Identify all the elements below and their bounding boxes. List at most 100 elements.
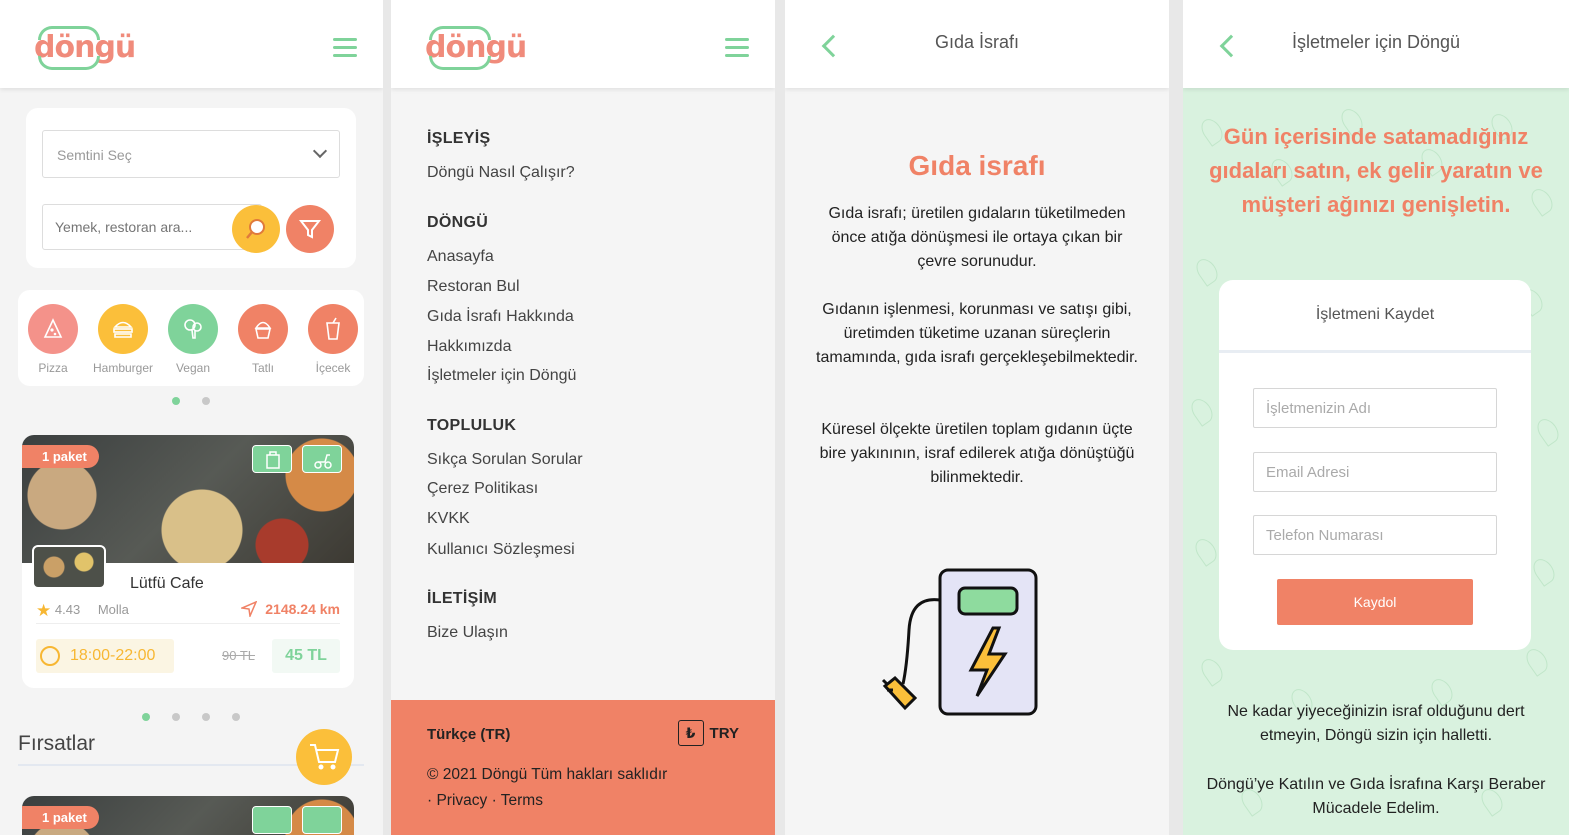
business-screen: İşletmeler için Döngü Gün içerisinde sat… — [1183, 0, 1569, 835]
language-selector[interactable]: Türkçe (TR) — [427, 726, 510, 743]
menu-item-how-it-works[interactable]: Döngü Nasıl Çalışır? — [427, 164, 575, 182]
top-bar: döngü — [391, 0, 775, 88]
pagination-dot[interactable] — [172, 397, 180, 405]
filter-icon — [298, 220, 322, 239]
star-icon: ★ — [36, 601, 52, 620]
category-label: Tatlı — [251, 361, 274, 375]
menu-item-kvkk[interactable]: KVKK — [427, 510, 470, 528]
takeaway-bag-icon — [252, 445, 292, 473]
menu-section-title: DÖNGÜ — [427, 214, 489, 231]
chevron-down-icon — [312, 143, 328, 159]
restaurant-card[interactable]: 1 paket — [22, 796, 354, 835]
copyright: © 2021 Döngü Tüm hakları saklıdır — [427, 766, 668, 783]
dongu-logo[interactable]: döngü — [34, 26, 136, 70]
pagination-dot[interactable] — [172, 713, 180, 721]
category-label: Hamburger — [93, 361, 154, 375]
navigation-arrow-icon — [239, 600, 258, 619]
pickup-hours-value: 18:00-22:00 — [70, 647, 156, 664]
menu-icon[interactable] — [333, 38, 357, 58]
drink-icon — [308, 304, 358, 354]
page-title: Gıda İsrafı — [934, 32, 1020, 52]
lira-icon: ₺ — [677, 720, 704, 746]
search-input[interactable] — [42, 204, 262, 250]
menu-section-title: İLETİŞİM — [427, 590, 497, 607]
hamburger-icon — [98, 304, 148, 354]
pagination-dot[interactable] — [202, 397, 210, 405]
footer-links[interactable]: · Privacy · Terms — [427, 792, 543, 810]
pagination-dot[interactable] — [142, 713, 150, 721]
article-title: Gıda israfı — [908, 150, 1046, 181]
menu-item-find-restaurant[interactable]: Restoran Bul — [427, 278, 520, 296]
category-hamburger[interactable]: Hamburger — [93, 304, 153, 375]
phone-field[interactable] — [1253, 515, 1497, 555]
dongu-logo[interactable]: döngü — [425, 26, 527, 70]
paragraph: Küresel ölçekte üretilen toplam gıdanın … — [819, 421, 1135, 486]
distance-value: 2148.24 km — [265, 601, 340, 617]
district-name: Molla — [97, 602, 129, 617]
category-vegan[interactable]: Vegan — [163, 304, 223, 375]
delivery-scooter-icon — [302, 445, 342, 473]
old-price: 90 TL — [222, 648, 256, 663]
category-dessert[interactable]: Tatlı — [233, 304, 293, 375]
food-waste-screen: Gıda İsrafı Gıda israfı Gıda israfı; üre… — [785, 0, 1169, 835]
rating-row: ★ 4.43 Molla — [36, 601, 129, 621]
business-name-field[interactable] — [1253, 388, 1497, 428]
filter-button[interactable] — [286, 205, 334, 253]
pizza-icon — [28, 304, 78, 354]
top-bar: döngü — [0, 0, 383, 88]
restaurant-name: Lütfü Cafe — [130, 575, 204, 592]
category-drink[interactable]: İçecek — [303, 304, 363, 375]
search-button[interactable] — [232, 205, 280, 253]
register-form: İşletmeni Kaydet Kaydol — [1219, 280, 1531, 650]
pagination-dot[interactable] — [202, 713, 210, 721]
headline: Gün içerisinde satamadığınız gıdaları sa… — [1209, 124, 1543, 217]
menu-section-title: TOPLULUK — [427, 417, 517, 434]
pickup-hours: 18:00-22:00 — [36, 639, 174, 673]
menu-item-contact[interactable]: Bize Ulaşın — [427, 624, 508, 642]
district-select[interactable]: Semtini Seç — [42, 130, 340, 178]
menu-section-title: İŞLEYİŞ — [427, 130, 491, 147]
section-title: Fırsatlar — [18, 732, 96, 755]
cart-button[interactable] — [296, 729, 352, 785]
register-button[interactable]: Kaydol — [1277, 579, 1473, 625]
package-badge: 1 paket — [22, 806, 99, 829]
divider — [36, 623, 340, 624]
takeaway-bag-icon — [252, 806, 292, 834]
category-label: Vegan — [175, 361, 211, 375]
category-label: İçecek — [315, 361, 351, 375]
menu-list: İŞLEYİŞ Döngü Nasıl Çalışır? DÖNGÜ Anasa… — [391, 88, 775, 700]
pagination-dot[interactable] — [232, 713, 240, 721]
menu-item-about[interactable]: Hakkımızda — [427, 338, 511, 356]
paragraph: Gıdanın işlenmesi, korunması ve satışı g… — [816, 301, 1138, 366]
menu-item-food-waste[interactable]: Gıda İsrafı Hakkında — [427, 308, 574, 326]
category-label: Pizza — [38, 361, 68, 375]
cart-icon — [310, 744, 340, 770]
package-badge: 1 paket — [22, 445, 99, 468]
currency-selector[interactable]: ₺ TRY — [677, 720, 739, 746]
home-screen: döngü Semtini Seç Pizza — [0, 0, 383, 835]
menu-item-user-agreement[interactable]: Kullanıcı Sözleşmesi — [427, 541, 575, 559]
menu-item-home[interactable]: Anasayfa — [427, 248, 494, 266]
paragraph: Döngü’ye Katılın ve Gıda İsrafına Karşı … — [1206, 776, 1546, 817]
page-title: İşletmeler için Döngü — [1291, 32, 1461, 52]
search-card: Semtini Seç — [26, 108, 356, 268]
paragraph: Ne kadar yiyeceğinizin israf olduğunu de… — [1227, 703, 1525, 744]
menu-item-cookie-policy[interactable]: Çerez Politikası — [427, 480, 538, 498]
menu-icon[interactable] — [725, 38, 749, 58]
top-bar: İşletmeler için Döngü — [1183, 0, 1569, 88]
delivery-scooter-icon — [302, 806, 342, 834]
clock-icon — [40, 646, 60, 666]
category-pizza[interactable]: Pizza — [23, 304, 83, 375]
top-bar: Gıda İsrafı — [785, 0, 1169, 88]
restaurant-card[interactable]: 1 paket Lütfü Cafe ★ 4.43 Molla 2148.24 … — [22, 435, 354, 688]
district-select-value: Semtini Seç — [57, 147, 132, 163]
rating-value: 4.43 — [54, 602, 81, 617]
search-icon — [246, 219, 265, 239]
category-carousel: Pizza Hamburger Vegan Tatlı İçecek — [18, 290, 364, 386]
broccoli-icon — [168, 304, 218, 354]
menu-item-business[interactable]: İşletmeler için Döngü — [427, 367, 576, 385]
form-title: İşletmeni Kaydet — [1315, 306, 1435, 323]
email-field[interactable] — [1253, 452, 1497, 492]
new-price: 45 TL — [272, 639, 340, 673]
menu-item-faq[interactable]: Sıkça Sorulan Sorular — [427, 451, 583, 469]
